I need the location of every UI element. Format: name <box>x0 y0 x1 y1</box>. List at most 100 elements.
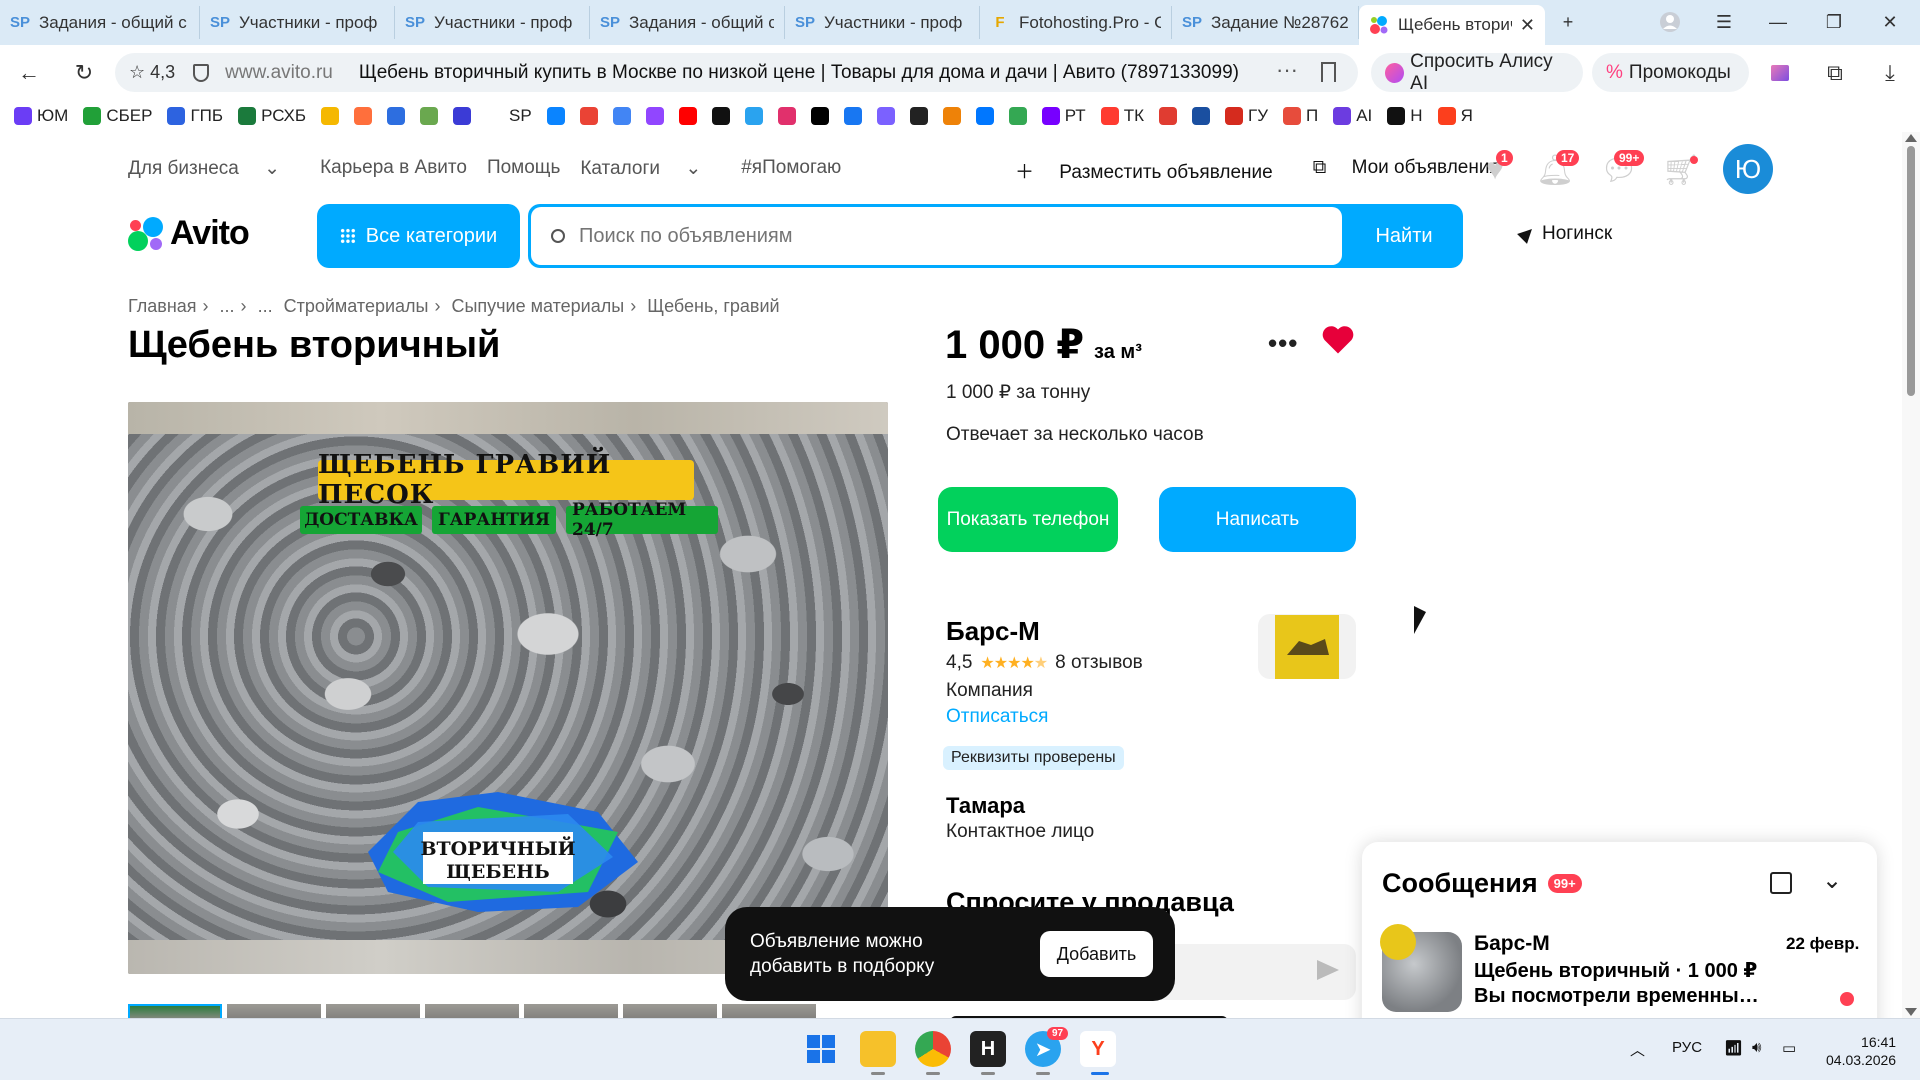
breadcrumb-home[interactable]: Главная <box>128 296 197 316</box>
send-icon[interactable] <box>1317 960 1339 980</box>
wifi-icon[interactable]: 📶︎ <box>1724 1039 1743 1057</box>
browser-tab[interactable]: SP Участники - проф <box>785 6 980 39</box>
bookmark-item[interactable] <box>843 107 862 125</box>
conversation-subject[interactable]: Щебень вторичный · 1 000 ₽ <box>1474 958 1757 983</box>
minimize-icon[interactable]: — <box>1760 6 1796 38</box>
battery-icon[interactable]: ▭ <box>1782 1039 1796 1057</box>
photo-thumbnail[interactable] <box>128 1004 222 1018</box>
listing-photo[interactable]: ЩЕБЕНЬ ГРАВИЙ ПЕСОК ДОСТАВКА ГАРАНТИЯ РА… <box>128 402 888 974</box>
new-tab-button[interactable]: + <box>1550 6 1586 38</box>
browser-tab[interactable]: SP Задание №287627 <box>1172 6 1359 39</box>
photo-thumbnail[interactable] <box>425 1004 519 1018</box>
search-input[interactable] <box>579 224 1279 248</box>
bookmark-item[interactable] <box>453 107 472 125</box>
photo-thumbnail[interactable] <box>524 1004 618 1018</box>
url-field[interactable]: ☆ 4,3 www.avito.ru Щебень вторичный купи… <box>115 53 1358 92</box>
chrome-icon[interactable] <box>915 1031 951 1067</box>
nav-career[interactable]: Карьера в Авито <box>320 157 467 180</box>
browser-tab[interactable]: SP Задания - общий с <box>590 6 785 39</box>
bookmark-item[interactable] <box>711 107 730 125</box>
toast-add-button[interactable]: Добавить <box>1040 931 1153 977</box>
location-selector[interactable]: Ногинск <box>1517 223 1612 245</box>
scrollbar-thumb[interactable] <box>1907 146 1915 396</box>
bookmark-item[interactable] <box>1191 107 1210 125</box>
photo-thumbnail[interactable] <box>326 1004 420 1018</box>
bookmark-item[interactable] <box>975 107 994 125</box>
open-external-icon[interactable] <box>1770 872 1792 894</box>
unsubscribe-link[interactable]: Отписаться <box>946 706 1048 728</box>
browser-tab-active[interactable]: Щебень вторич ✕ <box>1359 5 1545 45</box>
bookmark-item[interactable]: ГПБ <box>167 106 223 126</box>
download-icon[interactable]: ⤓ <box>1874 57 1906 89</box>
restore-icon[interactable]: ❐ <box>1816 6 1852 38</box>
conversation-preview[interactable]: Вы посмотрели временный номер <box>1474 985 1769 1008</box>
nav-catalogs[interactable]: Каталоги ⌄ <box>580 157 721 180</box>
bookmark-item[interactable]: Н <box>1387 106 1423 126</box>
bookmark-item[interactable] <box>678 107 697 125</box>
bookmark-item[interactable] <box>777 107 796 125</box>
browser-tab[interactable]: F Fotohosting.Pro - С <box>980 6 1172 39</box>
scroll-down-icon[interactable] <box>1905 1008 1917 1016</box>
bookmark-icon[interactable] <box>1321 62 1336 82</box>
bookmark-item[interactable] <box>579 107 598 125</box>
breadcrumb-item[interactable]: Щебень, гравий <box>647 296 779 316</box>
all-categories-button[interactable]: Все категории <box>317 204 520 268</box>
bookmark-item[interactable]: ЮМ <box>14 106 68 126</box>
bookmark-item[interactable] <box>1008 107 1027 125</box>
bookmark-item[interactable] <box>612 107 631 125</box>
more-dots-icon[interactable]: ··· <box>1276 57 1298 83</box>
shield-icon[interactable] <box>193 63 210 82</box>
bookmark-item[interactable] <box>909 107 928 125</box>
bookmark-item[interactable] <box>420 107 439 125</box>
browser-tab[interactable]: SP Участники - проф <box>200 6 395 39</box>
bookmark-item[interactable]: SP <box>486 106 532 126</box>
bookmark-item[interactable]: П <box>1283 106 1318 126</box>
nav-business[interactable]: Для бизнеса ⌄ <box>128 157 300 180</box>
back-icon[interactable]: ← <box>13 57 45 89</box>
yandex-browser-icon[interactable]: Y <box>1080 1031 1116 1067</box>
write-button[interactable]: Написать <box>1159 487 1356 552</box>
file-explorer-icon[interactable] <box>860 1031 896 1067</box>
extensions-icon[interactable]: ⧉ <box>1819 57 1851 89</box>
reload-icon[interactable]: ↻ <box>68 57 100 89</box>
bookmark-item[interactable] <box>744 107 763 125</box>
bookmark-item[interactable] <box>321 107 340 125</box>
ask-alice-button[interactable]: Спросить Алису AI <box>1371 51 1583 94</box>
photo-thumbnail[interactable] <box>227 1004 321 1018</box>
bookmark-item[interactable]: РСХБ <box>238 106 306 126</box>
image-icon[interactable] <box>1764 57 1796 89</box>
seller-logo[interactable] <box>1258 614 1356 679</box>
bookmark-item[interactable] <box>876 107 895 125</box>
avito-logo[interactable]: Avito <box>128 214 250 253</box>
bookmark-item[interactable]: AI <box>1333 106 1372 126</box>
photo-thumbnail[interactable] <box>722 1004 816 1018</box>
photo-thumbnail[interactable] <box>623 1004 717 1018</box>
system-clock[interactable]: 16:41 04.03.2026 <box>1826 1033 1896 1069</box>
profile-icon[interactable] <box>1652 6 1688 38</box>
breadcrumb-item[interactable]: ... <box>258 296 273 316</box>
search-button[interactable]: Найти <box>1345 204 1463 268</box>
tray-chevron-up-icon[interactable]: ︿ <box>1630 1039 1645 1060</box>
chevron-down-icon[interactable]: ⌄ <box>1822 866 1842 895</box>
browser-tab[interactable]: SP Участники - проф <box>395 6 590 39</box>
avatar[interactable]: Ю <box>1723 144 1773 194</box>
bookmark-item[interactable]: РТ <box>1041 106 1086 126</box>
bookmark-item[interactable] <box>1158 107 1177 125</box>
bookmark-item[interactable] <box>387 107 406 125</box>
favorite-heart-icon[interactable] <box>1320 322 1356 358</box>
scroll-up-icon[interactable] <box>1905 134 1917 142</box>
bookmark-item[interactable] <box>810 107 829 125</box>
conversation-sender[interactable]: Барс-М <box>1474 932 1550 956</box>
language-indicator[interactable]: РУС <box>1672 1039 1702 1056</box>
windows-start-icon[interactable] <box>803 1031 839 1067</box>
app-h-icon[interactable]: H <box>970 1031 1006 1067</box>
volume-icon[interactable]: 🔊︎ <box>1752 1039 1761 1056</box>
browser-tab[interactable]: SP Задания - общий с <box>0 6 200 39</box>
more-options-icon[interactable]: ••• <box>1268 328 1298 359</box>
breadcrumb-item[interactable]: Сыпучие материалы <box>452 296 625 316</box>
nav-ya-pomogayu[interactable]: #яПомогаю <box>741 157 841 180</box>
bookmark-item[interactable] <box>546 107 565 125</box>
bookmark-item[interactable]: ГУ <box>1224 106 1268 126</box>
bookmark-item[interactable] <box>942 107 961 125</box>
menu-icon[interactable]: ☰ <box>1706 6 1742 38</box>
